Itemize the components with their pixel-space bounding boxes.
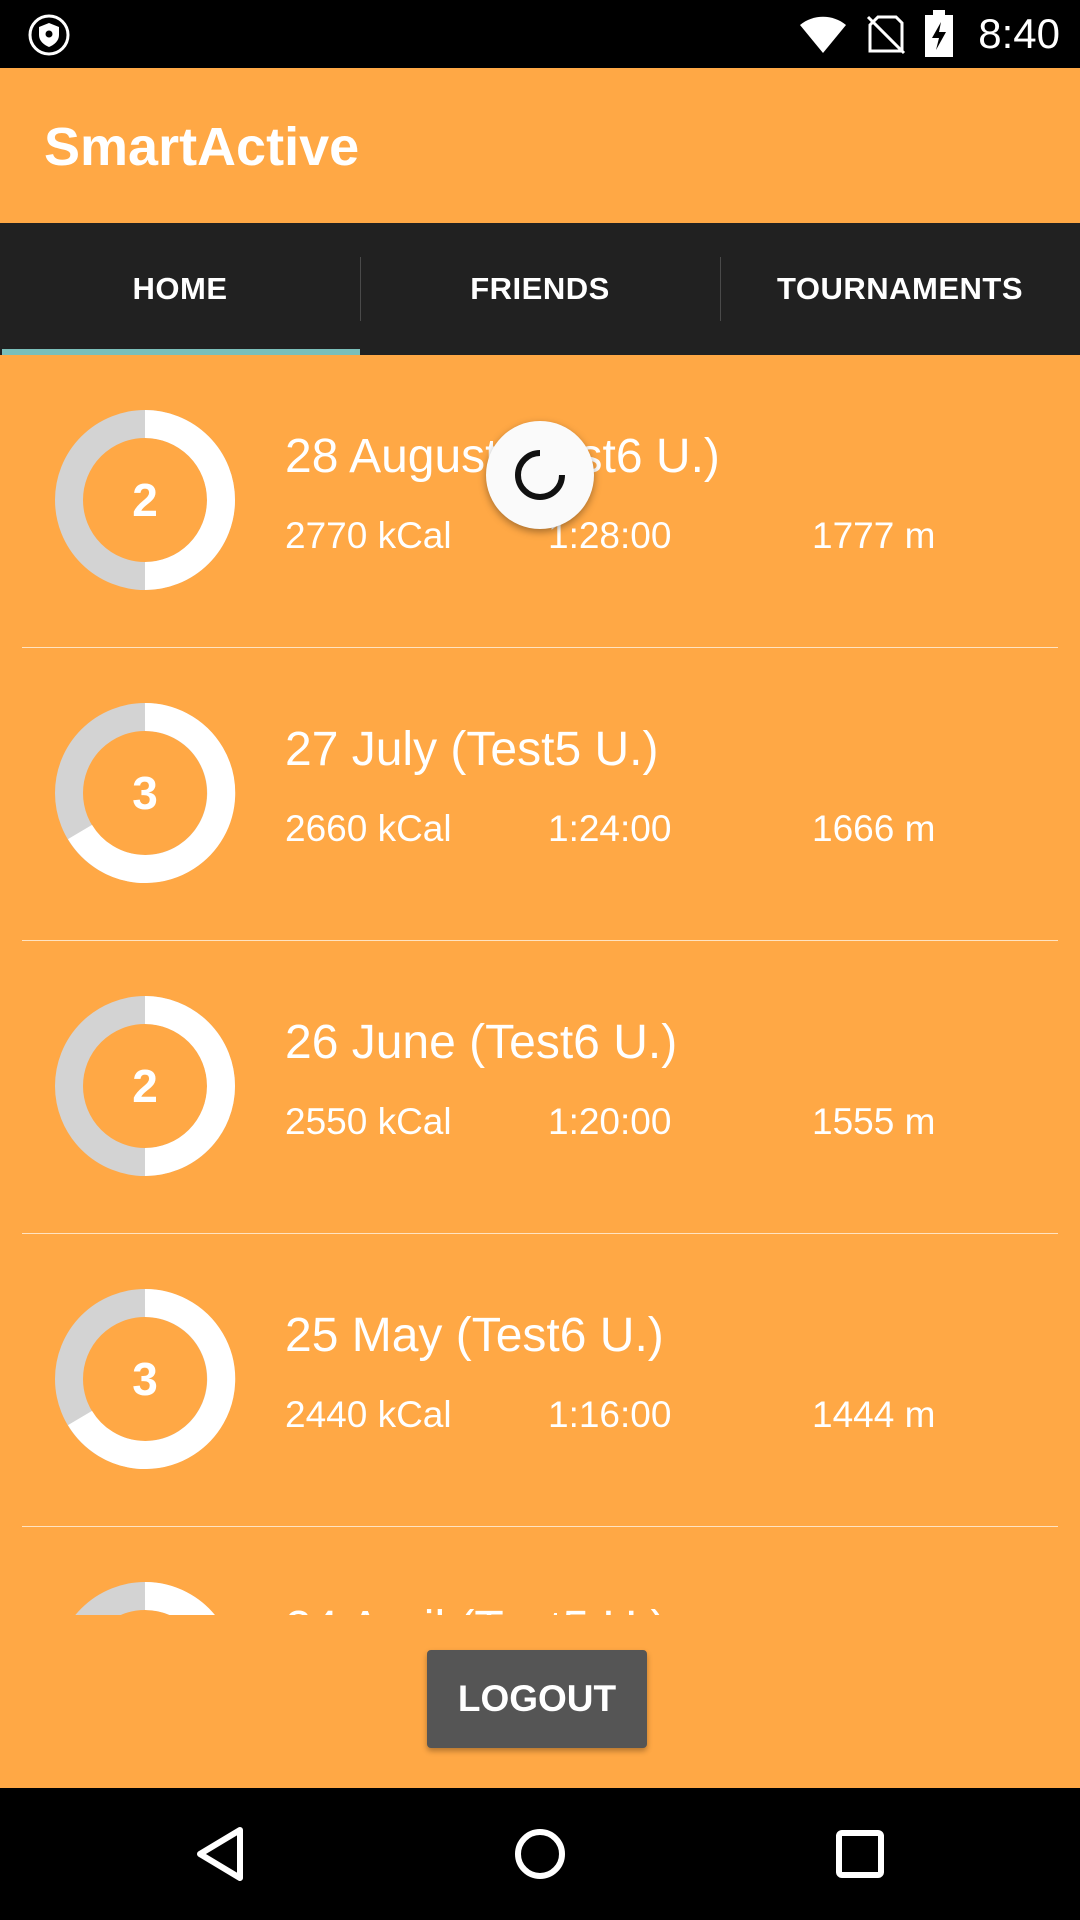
activity-kcal: 2440 kCal (285, 1394, 452, 1435)
wifi-icon (800, 16, 847, 53)
loading-spinner (486, 421, 594, 529)
app-title: SmartActive (44, 117, 360, 177)
activity-title: 24 April (Test5 U.) (285, 1601, 666, 1615)
activity-kcal: 2660 kCal (285, 808, 452, 849)
list-item[interactable]: 3 25 May (Test6 U.) 2440 kCal 1:16:00 14… (22, 1234, 1058, 1527)
activity-duration: 1:24:00 (548, 808, 672, 849)
status-bar: 8:40 (0, 0, 1080, 68)
battery-charging-icon (925, 10, 954, 57)
list-item[interactable]: 2 26 June (Test6 U.) 2550 kCal 1:20:00 1… (22, 941, 1058, 1234)
activity-kcal: 2770 kCal (285, 515, 452, 556)
rank-number (54, 1581, 236, 1615)
activity-kcal: 2550 kCal (285, 1101, 452, 1142)
logout-button[interactable]: LOGOUT (427, 1650, 647, 1748)
activity-duration: 1:20:00 (548, 1101, 672, 1142)
recents-icon[interactable] (824, 1818, 896, 1890)
list-item[interactable]: 24 April (Test5 U.) (22, 1527, 1058, 1615)
shield-icon (28, 14, 70, 56)
tab-friends[interactable]: FRIENDS (360, 223, 720, 355)
rank-number: 3 (132, 1353, 158, 1405)
activity-duration: 1:16:00 (548, 1394, 672, 1435)
list-item[interactable]: 3 27 July (Test5 U.) 2660 kCal 1:24:00 1… (22, 648, 1058, 941)
status-time: 8:40 (978, 10, 1060, 57)
app-bar: SmartActive (0, 68, 1080, 223)
tab-tournaments[interactable]: TOURNAMENTS (720, 223, 1080, 355)
navigation-bar (0, 1788, 1080, 1920)
back-icon[interactable] (184, 1818, 256, 1890)
activity-title: 27 July (Test5 U.) (285, 723, 659, 776)
activity-list[interactable]: 2 28 August (Test6 U.) 2770 kCal 1:28:00… (0, 355, 1080, 1615)
activity-distance: 1666 m (812, 808, 936, 849)
activity-distance: 1777 m (812, 515, 936, 556)
activity-title: 25 May (Test6 U.) (285, 1309, 664, 1362)
tab-bar: HOME FRIENDS TOURNAMENTS (0, 223, 1080, 355)
rank-number: 2 (132, 474, 158, 526)
rank-number: 2 (132, 1060, 158, 1112)
home-icon[interactable] (504, 1818, 576, 1890)
activity-title: 26 June (Test6 U.) (285, 1016, 678, 1069)
rank-number: 3 (132, 767, 158, 819)
spinner-icon (515, 450, 565, 500)
activity-distance: 1555 m (812, 1101, 936, 1142)
tab-home[interactable]: HOME (0, 223, 360, 355)
no-sim-icon (867, 15, 906, 55)
activity-distance: 1444 m (812, 1394, 936, 1435)
